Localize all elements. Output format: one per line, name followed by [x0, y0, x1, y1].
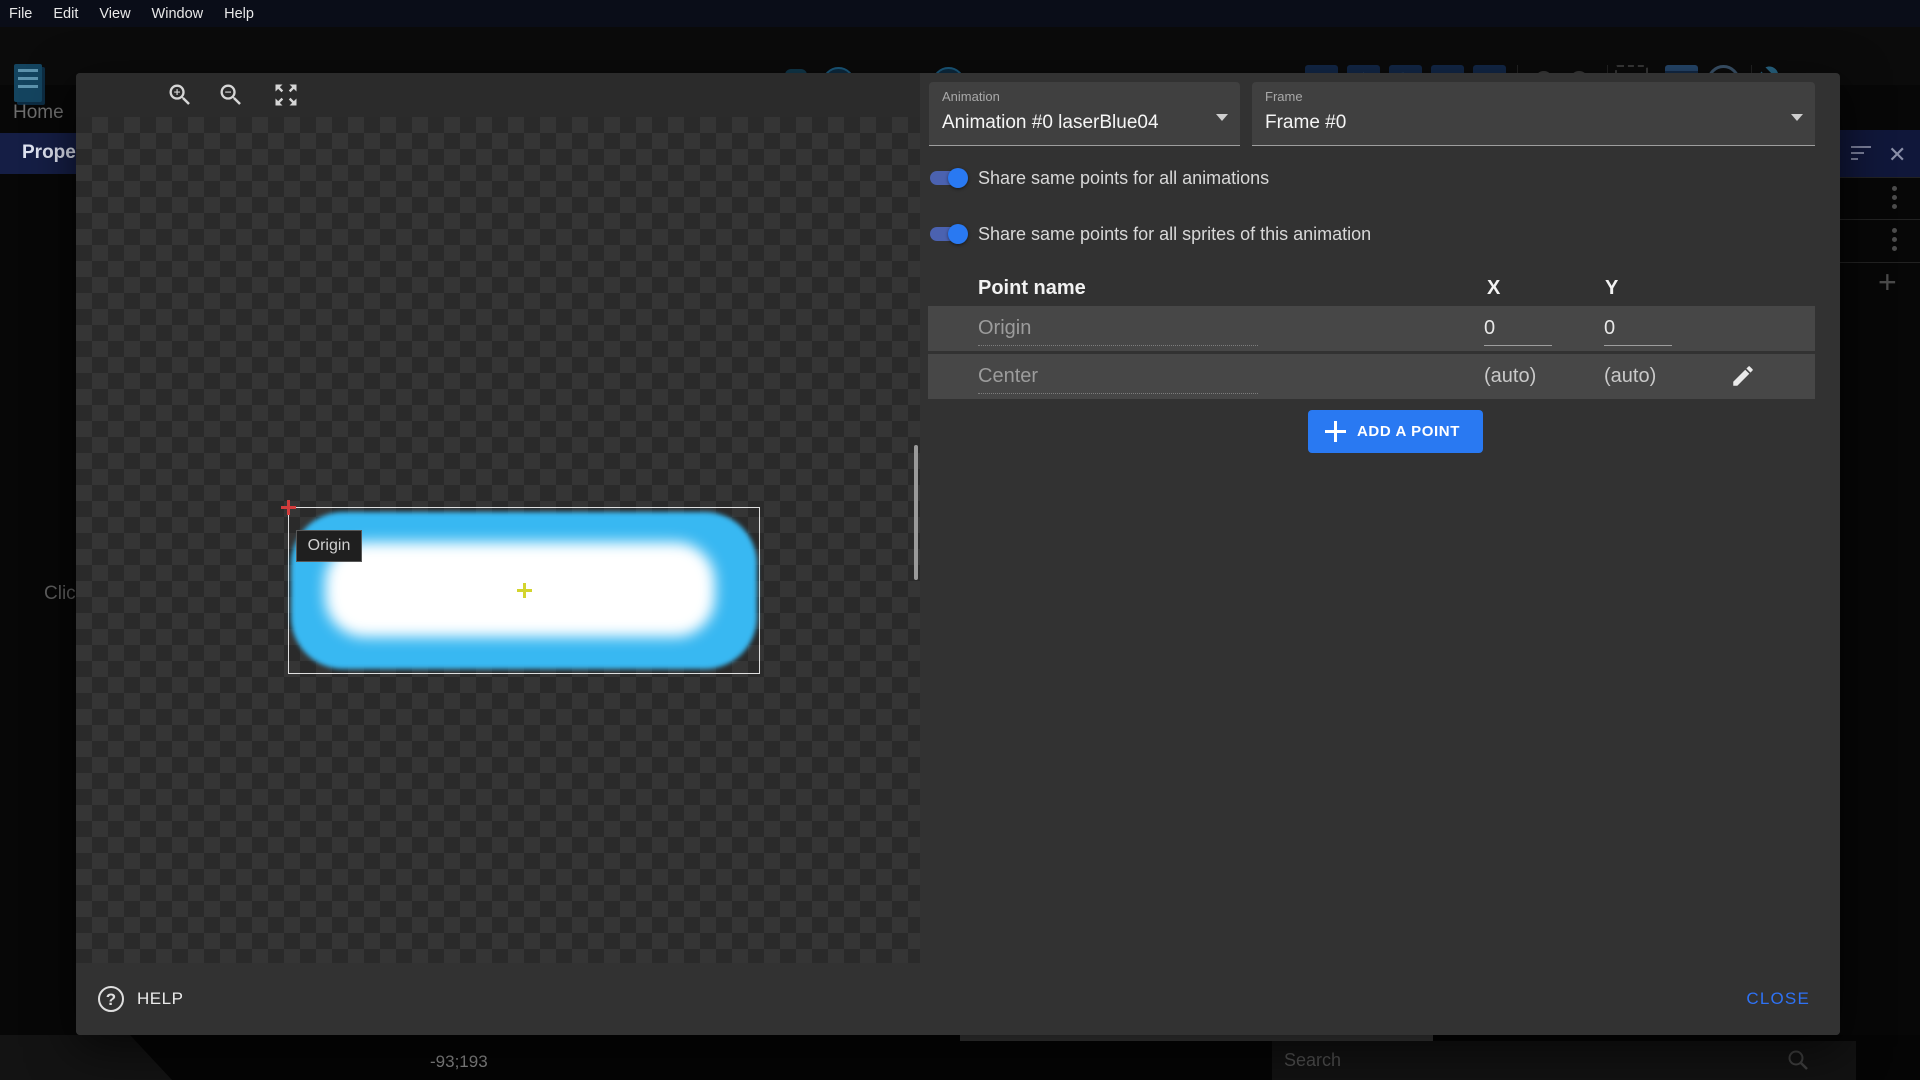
menu-edit[interactable]: Edit [53, 6, 78, 22]
edit-center-point-icon[interactable] [1730, 363, 1756, 389]
close-button[interactable]: CLOSE [1746, 989, 1810, 1009]
toggle-share-all-sprites[interactable] [930, 224, 966, 244]
toggle-share-all-sprites-label: Share same points for all sprites of thi… [978, 224, 1371, 245]
point-name: Origin [978, 317, 1258, 346]
tab-home[interactable]: Home [13, 102, 64, 124]
point-name: Center [978, 365, 1258, 394]
add-icon[interactable]: + [1878, 264, 1897, 301]
origin-y-field[interactable]: 0 [1604, 317, 1672, 346]
column-header-point-name: Point name [978, 277, 1086, 300]
menu-help[interactable]: Help [224, 6, 254, 22]
search-input[interactable] [1284, 1046, 1724, 1074]
origin-point-marker[interactable] [281, 500, 296, 515]
column-header-x: X [1487, 277, 1500, 300]
center-x-value: (auto) [1484, 365, 1536, 388]
close-panel-icon[interactable]: ✕ [1888, 142, 1906, 168]
plus-icon [1325, 421, 1346, 442]
tab-properties[interactable]: Proper [0, 133, 76, 174]
canvas-toolbar [76, 73, 920, 117]
help-icon [98, 986, 124, 1012]
menu-view[interactable]: View [99, 6, 130, 22]
menu-file[interactable]: File [9, 6, 32, 22]
cursor-coordinates: -93;193 [430, 1052, 488, 1072]
toggle-share-all-animations[interactable] [930, 168, 966, 188]
table-row-center: Center (auto) (auto) [928, 354, 1815, 399]
origin-point-label: Origin [296, 530, 362, 562]
help-button[interactable]: HELP [98, 986, 183, 1012]
search-box [1272, 1041, 1856, 1080]
center-y-value: (auto) [1604, 365, 1656, 388]
sprite-canvas: Origin [76, 117, 920, 963]
project-manager-icon[interactable] [14, 64, 42, 102]
zoom-out-icon[interactable] [217, 81, 245, 109]
chevron-down-icon [1791, 114, 1803, 121]
kebab-menu-icon[interactable] [1892, 228, 1897, 233]
canvas-corner-panel [0, 1035, 172, 1080]
table-row-origin: Origin 0 0 [928, 306, 1815, 351]
column-header-y: Y [1605, 277, 1618, 300]
search-icon[interactable] [1786, 1048, 1810, 1072]
kebab-menu-icon[interactable] [1892, 186, 1897, 191]
dialog-footer: HELP CLOSE [76, 963, 1840, 1035]
animation-select[interactable]: Animation Animation #0 laserBlue04 [929, 82, 1240, 146]
filter-icon[interactable] [1851, 146, 1871, 160]
frame-select[interactable]: Frame Frame #0 [1252, 82, 1815, 146]
toggle-share-all-animations-label: Share same points for all animations [978, 168, 1269, 189]
edit-points-dialog: Origin Animation Animation #0 laserBlue0… [76, 73, 1840, 1035]
zoom-in-icon[interactable] [166, 81, 194, 109]
menu-bar: File Edit View Window Help [0, 0, 1920, 27]
center-point-marker[interactable] [517, 583, 532, 598]
chevron-down-icon [1216, 114, 1228, 121]
canvas-scrollbar-thumb[interactable] [914, 445, 918, 580]
add-a-point-button[interactable]: ADD A POINT [1308, 410, 1483, 453]
origin-x-field[interactable]: 0 [1484, 317, 1552, 346]
status-bar: -93;193 [0, 1035, 1920, 1080]
fit-to-screen-icon[interactable] [272, 81, 300, 109]
menu-window[interactable]: Window [152, 6, 204, 22]
